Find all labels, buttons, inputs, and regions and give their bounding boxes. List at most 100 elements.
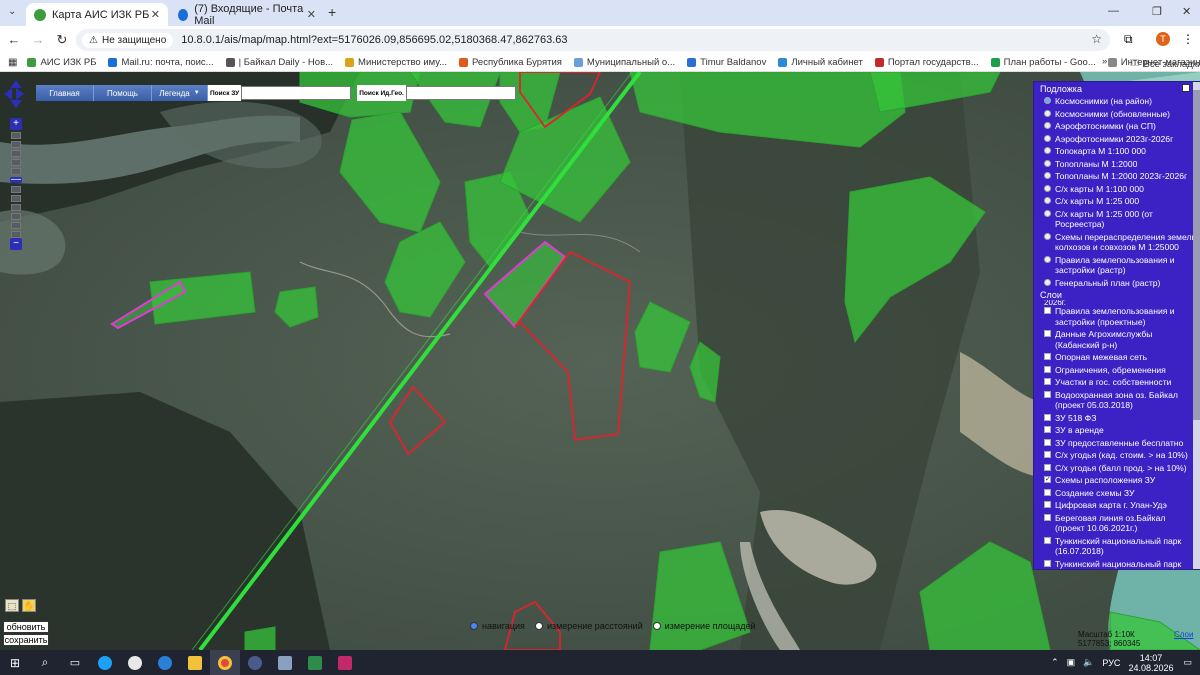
zoom-level-bar[interactable] [11,195,21,202]
bookmark-item[interactable]: Timur Baldanov [687,57,766,68]
tab-list-chevron-icon[interactable]: ⌄ [8,6,16,17]
zoom-level-bar[interactable] [11,186,21,193]
network-icon[interactable]: ▣ [1067,657,1076,668]
file-explorer-icon[interactable] [180,650,210,675]
edge-legacy-icon[interactable] [90,650,120,675]
app-c-icon[interactable] [120,650,150,675]
layer-option[interactable]: Цифровая карта г. Улан-Удэ [1034,500,1200,511]
pan-down-icon[interactable] [10,100,22,108]
bookmark-item[interactable]: Mail.ru: почта, поис... [108,57,214,68]
forward-icon[interactable]: → [26,32,50,47]
panel-collapse-icon[interactable] [1182,84,1190,92]
bookmark-item[interactable]: Муниципальный о... [573,57,675,68]
excel-icon[interactable] [300,650,330,675]
bookmark-item[interactable]: | Байкал Daily - Нов... [225,57,333,68]
zoom-slider-handle[interactable]: — [10,175,22,185]
layer-checkbox[interactable] [1044,513,1051,521]
language-indicator[interactable]: РУС [1102,658,1120,668]
mode-radio[interactable] [534,622,543,630]
layer-option[interactable]: Водоохранная зона оз. Байкал (проект 05.… [1034,390,1200,411]
refresh-button[interactable]: обновить [3,621,49,633]
zoom-out-button[interactable]: − [10,238,22,250]
yandex-icon[interactable] [240,650,270,675]
close-icon[interactable]: ✕ [151,8,160,21]
layer-checkbox[interactable] [1044,536,1051,544]
layer-option[interactable]: ЗУ в аренде [1034,425,1200,436]
more-bookmarks-icon[interactable]: » [1102,56,1107,67]
pan-up-icon[interactable] [10,80,22,88]
task-view-icon[interactable]: ▭ [60,650,90,675]
layer-checkbox[interactable] [1044,501,1051,508]
layer-option[interactable]: С/х угодья (балл прод. > на 10%) [1034,463,1200,474]
window-close-icon[interactable]: ✕ [1182,5,1191,18]
mode-radio[interactable] [470,622,478,630]
search-zu-input[interactable] [241,86,352,100]
menu-kebab-icon[interactable]: ⋮ [1182,32,1194,46]
basemap-radio[interactable] [1044,255,1051,263]
layer-checkbox[interactable] [1044,451,1051,458]
basemap-radio[interactable] [1044,147,1051,154]
layer-checkbox[interactable] [1044,307,1051,314]
basemap-radio[interactable] [1044,278,1051,286]
layer-checkbox[interactable] [1044,330,1051,337]
mode-measure-area[interactable]: измерение площадей [652,621,756,631]
layer-option[interactable]: Создание схемы ЗУ [1034,488,1200,499]
hand-tool-icon[interactable]: ✋ [22,599,36,612]
apps-grid-icon[interactable]: ▦ [8,57,17,68]
bookmark-item[interactable]: Министерство иму... [345,57,447,68]
zoom-level-bar[interactable] [11,159,21,166]
layer-checkbox[interactable]: ✓ [1044,476,1051,483]
layers-link[interactable]: Слои [1174,630,1193,639]
basemap-option[interactable]: Схемы перераспределения земель колхозов … [1034,232,1200,253]
chrome-icon[interactable] [210,650,240,675]
pan-left-icon[interactable] [4,88,12,100]
basemap-option[interactable]: Топопланы М 1:2000 [1034,159,1200,170]
basemap-option[interactable]: Космоснимки (обновленные) [1034,109,1200,120]
basemap-option[interactable]: Топопланы М 1:2000 2023г-2026г [1034,171,1200,182]
basemap-radio[interactable] [1044,197,1051,204]
mode-measure-distance[interactable]: измерение расстояний [534,621,643,631]
bookmark-star-icon[interactable]: ☆ [1091,32,1102,46]
mode-radio[interactable] [652,622,661,630]
zoom-level-bar[interactable] [11,132,21,139]
layer-checkbox[interactable] [1044,378,1051,385]
layer-checkbox[interactable] [1044,488,1051,496]
layer-checkbox[interactable] [1044,438,1051,446]
basemap-radio[interactable] [1044,159,1051,167]
back-icon[interactable]: ← [2,32,26,47]
zoom-level-bar[interactable] [11,213,21,220]
app-photo-icon[interactable] [270,650,300,675]
basemap-radio[interactable] [1044,184,1051,192]
basemap-option[interactable]: Топокарта М 1:100 000 [1034,146,1200,157]
layer-option[interactable]: ✓ Схемы расположения ЗУ [1034,475,1200,486]
zoom-level-bar[interactable] [11,204,21,211]
zoom-in-button[interactable]: + [10,118,22,130]
pan-right-icon[interactable] [16,88,24,100]
bookmark-item[interactable]: Республика Бурятия [459,57,562,68]
basemap-radio[interactable] [1044,97,1051,104]
basemap-radio[interactable] [1044,134,1051,142]
bookmark-item[interactable]: Портал государств... [874,57,979,68]
tray-chevron-icon[interactable]: ⌃ [1051,657,1059,668]
bookmark-item[interactable]: АИС ИЗК РБ [27,57,96,68]
layer-option[interactable]: Тункинский национальный парк (16.07.2018… [1034,536,1200,557]
volume-icon[interactable]: 🔈 [1083,657,1094,668]
restore-icon[interactable]: ❐ [1152,5,1162,18]
clock[interactable]: 14:07 24.08.2026 [1128,653,1173,673]
search-geo-input[interactable] [405,86,516,100]
basemap-option[interactable]: Генеральный план (растр) [1034,278,1200,289]
security-indicator[interactable]: ⚠ Не защищено [82,32,174,48]
address-bar[interactable]: ⚠ Не защищено 10.8.0.1/ais/map/map.html?… [76,29,1110,51]
basemap-radio[interactable] [1044,109,1051,117]
bookmark-item[interactable]: План работы - Goo... [990,57,1096,68]
new-tab-button[interactable]: + [328,4,336,20]
basemap-option[interactable]: Аэрофотоснимки (на СП) [1034,121,1200,132]
layer-option[interactable]: Данные Агрохимслужбы (Кабанский р-н) [1034,329,1200,350]
save-button[interactable]: сохранить [3,634,49,646]
menu-home[interactable]: Главная [36,85,94,101]
layer-option[interactable]: Тункинский национальный парк проект (09.… [1034,559,1200,570]
layer-option[interactable]: Ограничения, обременения [1034,365,1200,376]
layer-checkbox[interactable] [1044,353,1051,360]
notifications-icon[interactable]: ▭ [1183,657,1192,668]
layer-checkbox[interactable] [1044,390,1051,398]
